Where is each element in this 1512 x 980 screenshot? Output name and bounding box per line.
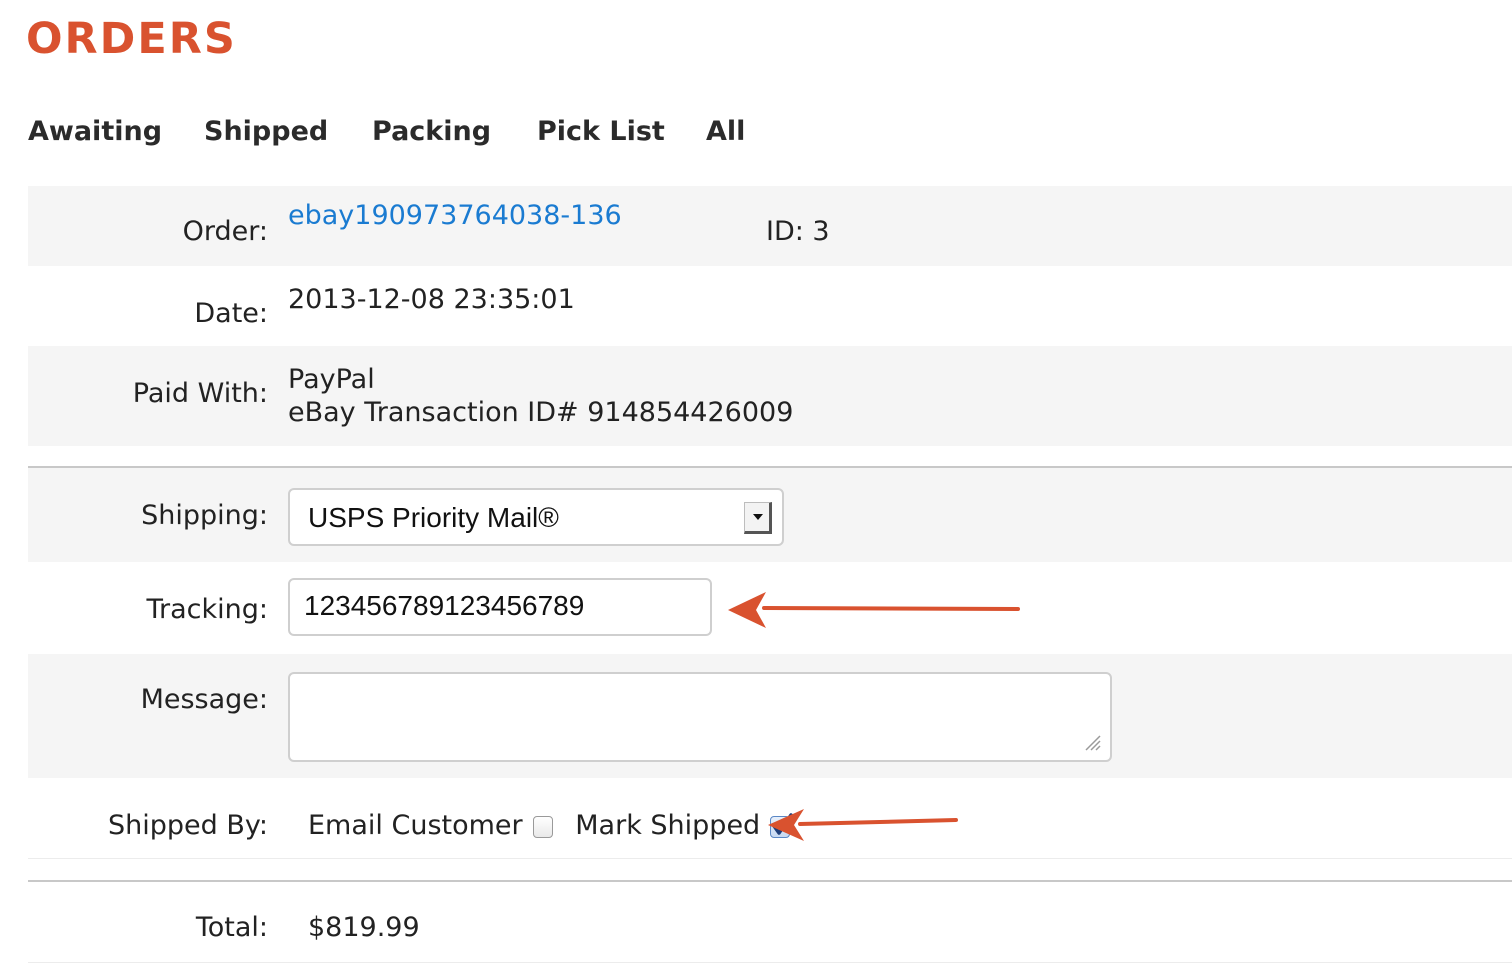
shipping-method-select[interactable]: USPS Priority Mail® <box>288 488 784 546</box>
date-value: 2013-12-08 23:35:01 <box>288 284 575 315</box>
total-value: $819.99 <box>308 912 420 943</box>
shipping-method-value: USPS Priority Mail® <box>308 502 559 533</box>
date-label: Date: <box>194 298 268 329</box>
message-row: Message: <box>28 654 1512 778</box>
shipping-label: Shipping: <box>141 500 268 531</box>
shipped-by-label: Shipped By: <box>108 810 268 841</box>
tracking-label: Tracking: <box>146 594 269 625</box>
order-row: Order: ebay190973764038-136 ID: 3 <box>28 186 1512 266</box>
tab-awaiting[interactable]: Awaiting <box>28 112 162 152</box>
shipped-by-options: Email Customer Mark Shipped <box>308 810 793 841</box>
shipping-row: Shipping: USPS Priority Mail® <box>28 468 1512 562</box>
resize-handle-icon[interactable] <box>1082 732 1102 752</box>
order-label: Order: <box>182 216 268 247</box>
paid-transaction-id: eBay Transaction ID# 914854426009 <box>288 397 794 428</box>
email-customer-checkbox[interactable] <box>532 815 553 838</box>
total-row: Total: $819.99 <box>28 882 1512 962</box>
email-customer-label: Email Customer <box>308 810 523 841</box>
message-textarea[interactable] <box>288 672 1112 762</box>
row-divider <box>28 858 1512 859</box>
chevron-down-icon <box>744 502 772 534</box>
tab-packing[interactable]: Packing <box>372 112 491 152</box>
paid-method: PayPal <box>288 364 375 395</box>
mark-shipped-label: Mark Shipped <box>575 810 761 841</box>
annotation-arrow-icon <box>768 809 958 841</box>
total-label: Total: <box>195 912 268 943</box>
row-divider-bottom <box>28 962 1512 963</box>
order-id: ID: 3 <box>766 216 830 247</box>
annotation-arrow-icon <box>728 592 1020 628</box>
date-row: Date: 2013-12-08 23:35:01 <box>28 266 1512 346</box>
tab-pick-list[interactable]: Pick List <box>537 112 665 152</box>
tracking-input[interactable]: 123456789123456789 <box>288 578 712 636</box>
page-title: ORDERS <box>26 14 237 64</box>
paid-with-row: Paid With: PayPal eBay Transaction ID# 9… <box>28 346 1512 446</box>
order-number-link[interactable]: ebay190973764038-136 <box>288 200 622 231</box>
message-label: Message: <box>140 684 268 715</box>
paid-with-label: Paid With: <box>132 378 268 409</box>
tab-shipped[interactable]: Shipped <box>204 112 328 152</box>
tab-all[interactable]: All <box>706 112 745 152</box>
